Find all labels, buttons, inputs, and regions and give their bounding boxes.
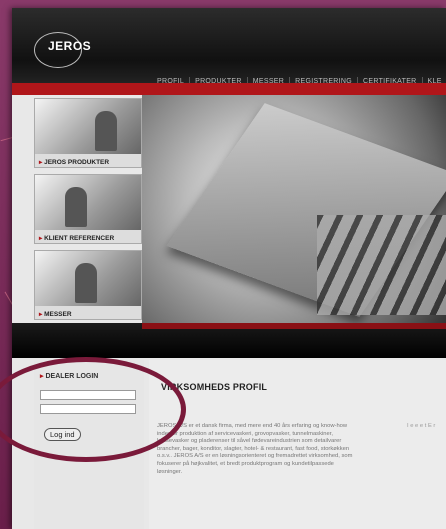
drawer-compartments <box>317 215 446 315</box>
sidebar-item-produkter[interactable]: JEROS PRODUKTER <box>34 98 142 168</box>
band-red-strip <box>142 323 446 329</box>
profile-text: JEROS A/S er et dansk firma, med mere en… <box>157 423 353 475</box>
produkter-thumbnail <box>35 99 141 154</box>
profile-content: VIRKSOMHEDS PROFIL JEROS A/S er et dansk… <box>149 360 446 529</box>
sidebar: JEROS PRODUKTER KLIENT REFERENCER MESSER <box>34 98 142 326</box>
person-figure <box>65 187 87 227</box>
header-red-bar <box>12 83 446 95</box>
person-figure <box>75 263 97 303</box>
jeros-logo[interactable]: JEROS <box>34 32 94 68</box>
hero-image <box>142 95 446 323</box>
referencer-thumbnail <box>35 175 141 230</box>
logo-text: JEROS <box>48 39 92 53</box>
dark-band <box>12 323 446 358</box>
sidebar-item-label: KLIENT REFERENCER <box>39 234 114 242</box>
person-figure <box>95 111 117 151</box>
site-header: JEROS PROFIL PRODUKTER MESSER REGISTRERI… <box>12 8 446 87</box>
sidebar-item-referencer[interactable]: KLIENT REFERENCER <box>34 174 142 244</box>
sidebar-item-messer[interactable]: MESSER <box>34 250 142 320</box>
sidebar-item-label: JEROS PRODUKTER <box>39 158 109 166</box>
sidebar-item-label: MESSER <box>39 310 71 318</box>
side-text-column: I e e e t E r <box>407 423 436 429</box>
